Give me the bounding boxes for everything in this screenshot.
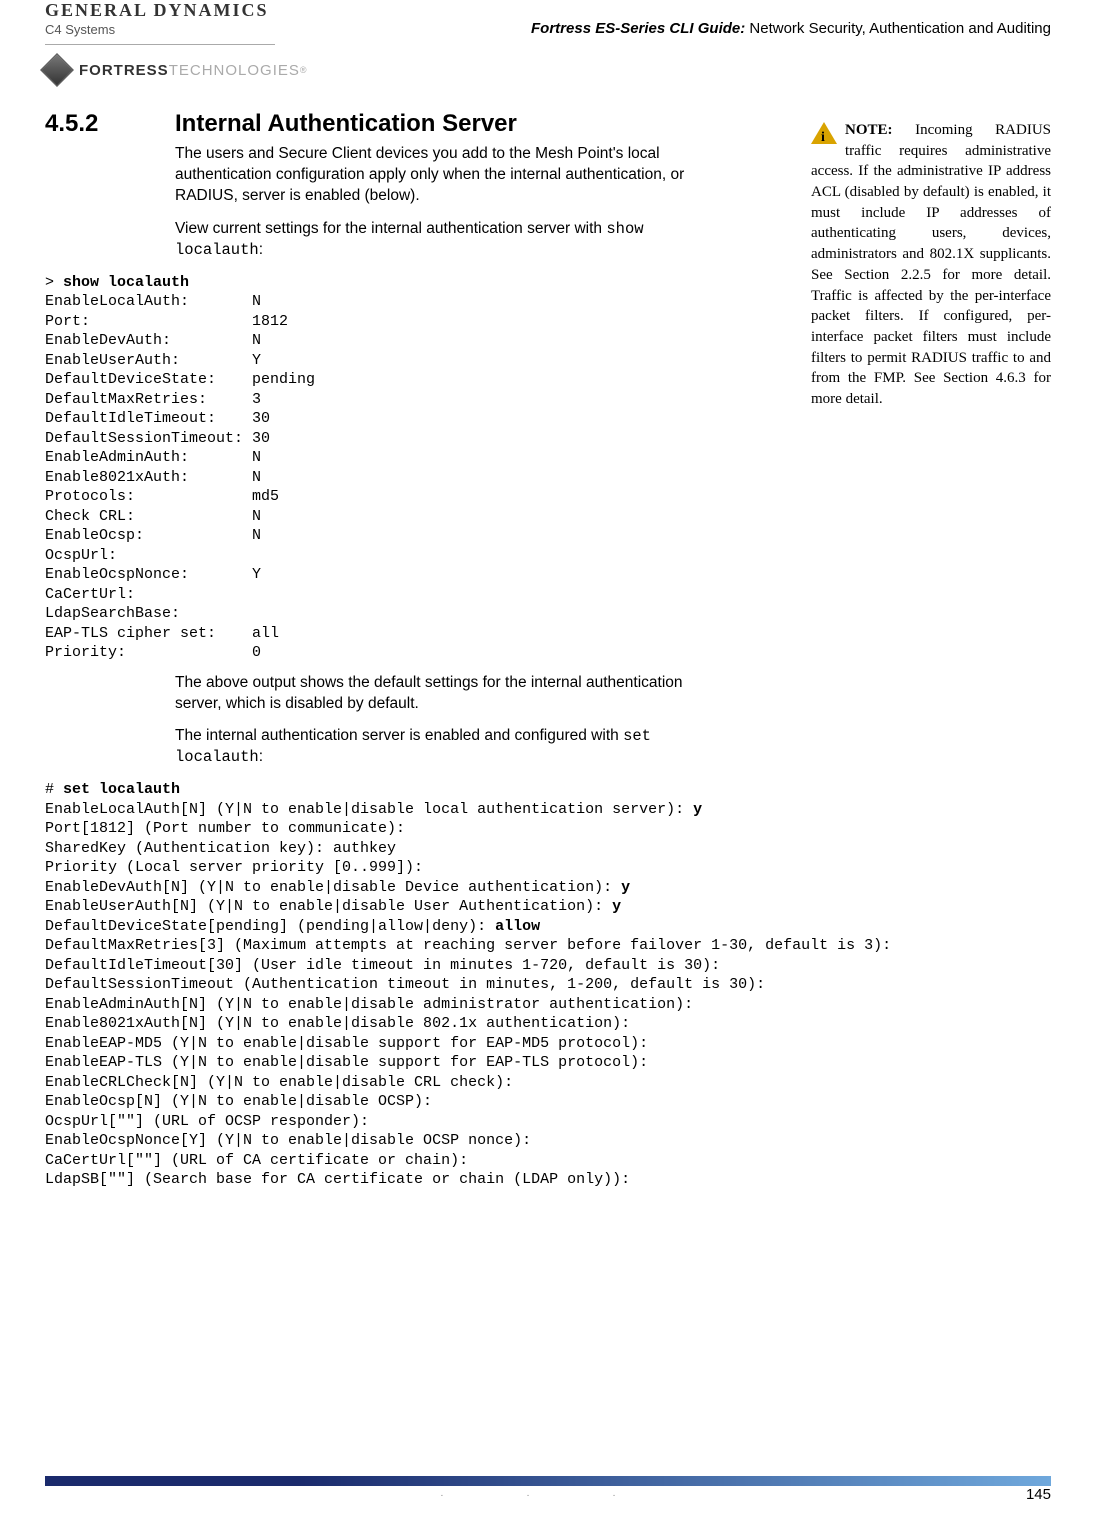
gd-logo-top: GENERAL DYNAMICS — [45, 0, 269, 21]
diamond-icon — [40, 53, 74, 87]
content-area: 4.5.2 Internal Authentication Server NOT… — [45, 110, 1051, 1190]
p4-b: : — [259, 748, 263, 765]
section-number: 4.5.2 — [45, 110, 175, 138]
paragraph-3: The above output shows the default setti… — [175, 673, 700, 715]
body-text-2: The above output shows the default setti… — [175, 673, 700, 769]
paragraph-1: The users and Secure Client devices you … — [175, 144, 700, 207]
note-label: NOTE: — [845, 122, 893, 138]
guide-title: Fortress ES-Series CLI Guide: Network Se… — [531, 20, 1051, 37]
section-title: Internal Authentication Server — [175, 110, 517, 138]
code-block-set-localauth: # set localauth EnableLocalAuth[N] (Y|N … — [45, 780, 1051, 1190]
guide-title-rest: Network Security, Authentication and Aud… — [745, 20, 1051, 37]
fortress-text-light: TECHNOLOGIES — [169, 62, 300, 79]
note-text: Incoming RADIUS traffic requires adminis… — [811, 122, 1051, 407]
page-footer: · · · 145 — [45, 1476, 1051, 1501]
page-header: GENERAL DYNAMICS C4 Systems FORTRESSTECH… — [45, 0, 1051, 100]
note-icon — [811, 120, 839, 146]
gd-logo-sub: C4 Systems — [45, 22, 115, 37]
p4-a: The internal authentication server is en… — [175, 727, 623, 744]
footer-dots: · · · — [45, 1490, 1051, 1501]
p2-a: View current settings for the internal a… — [175, 220, 606, 237]
registered-icon: ® — [300, 65, 307, 75]
header-rule — [45, 44, 275, 45]
body-text: The users and Secure Client devices you … — [175, 144, 700, 261]
side-note: NOTE: Incoming RADIUS traffic requires a… — [811, 120, 1051, 410]
footer-bar — [45, 1476, 1051, 1486]
p2-b: : — [259, 241, 263, 258]
guide-title-bold: Fortress ES-Series CLI Guide: — [531, 20, 745, 37]
paragraph-4: The internal authentication server is en… — [175, 726, 700, 768]
paragraph-2: View current settings for the internal a… — [175, 219, 700, 261]
fortress-logo: FORTRESSTECHNOLOGIES® — [45, 58, 307, 82]
page-number: 145 — [1026, 1486, 1051, 1503]
fortress-text-bold: FORTRESS — [79, 62, 169, 79]
